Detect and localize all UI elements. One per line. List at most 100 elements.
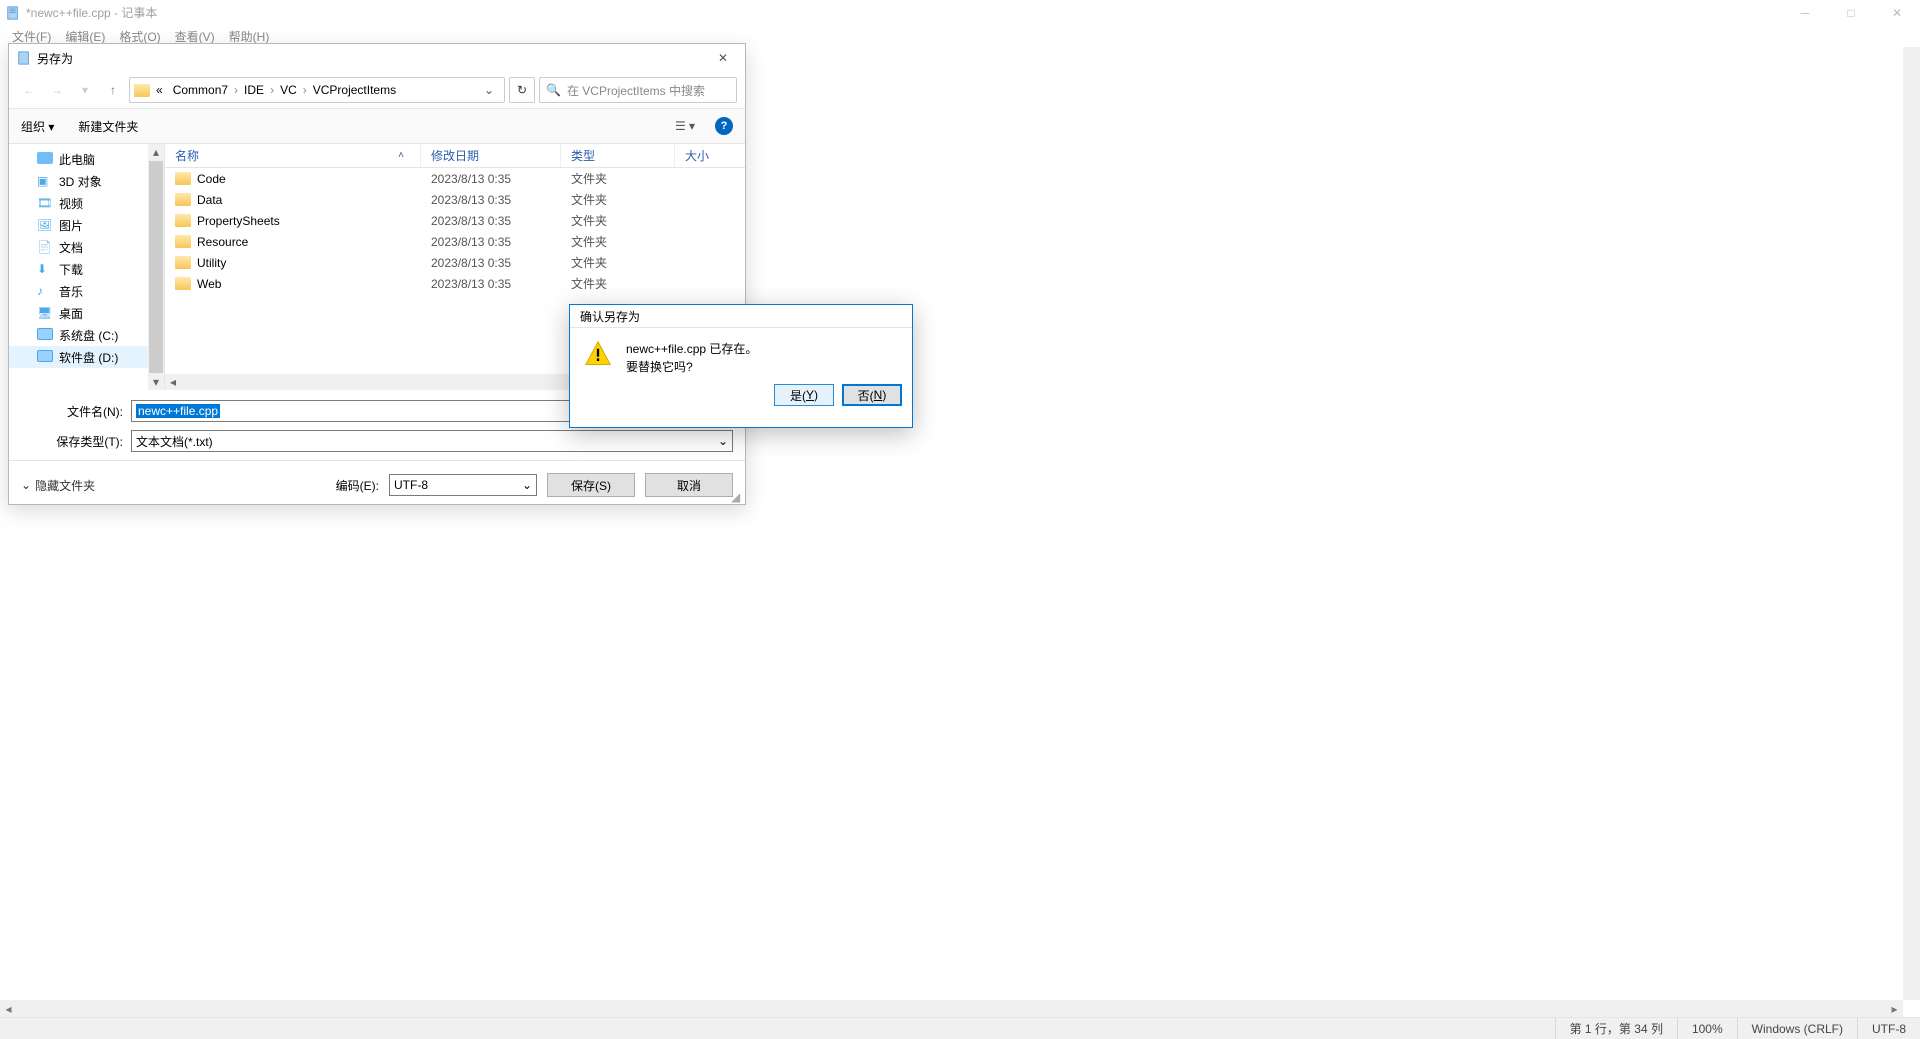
col-date[interactable]: 修改日期 <box>421 144 561 167</box>
tree-item-label: 视频 <box>59 195 83 212</box>
col-name[interactable]: 名称˄ <box>165 144 421 167</box>
status-eol: Windows (CRLF) <box>1737 1018 1857 1039</box>
scroll-down-icon[interactable]: ▾ <box>148 374 164 390</box>
list-item[interactable]: Code2023/8/13 0:35文件夹 <box>165 168 745 189</box>
warning-icon <box>584 340 612 368</box>
tree-item[interactable]: 🖼图片 <box>9 214 164 236</box>
minimize-button[interactable]: ─ <box>1782 0 1828 25</box>
notepad-icon <box>17 51 31 65</box>
disk-icon <box>37 328 53 342</box>
breadcrumb-ide[interactable]: IDE <box>240 81 268 99</box>
item-name: PropertySheets <box>197 214 280 228</box>
video-icon: 🎞 <box>37 196 53 210</box>
list-item[interactable]: PropertySheets 2023/8/13 0:35文件夹 <box>165 210 745 231</box>
list-item[interactable]: Utility2023/8/13 0:35文件夹 <box>165 252 745 273</box>
confirm-line2: 要替换它吗? <box>626 358 757 376</box>
saveas-titlebar: 另存为 ✕ <box>9 44 745 72</box>
tree-item[interactable]: 🎞 视频 <box>9 192 164 214</box>
scroll-thumb[interactable] <box>149 161 163 373</box>
tree-item[interactable]: ⬇下载 <box>9 258 164 280</box>
tree-item[interactable]: 此电脑 <box>9 148 164 170</box>
sort-asc-icon: ˄ <box>398 150 404 161</box>
tree-item[interactable]: 📄 文档 <box>9 236 164 258</box>
doc-icon: 📄 <box>37 240 53 254</box>
nav-tree: 此电脑▣3D 对象 🎞 视频 🖼图片 📄 文档 ⬇下载♪音乐🖥桌面系统盘 (C:) 软件盘 (… <box>9 144 165 390</box>
scroll-left-icon[interactable]: ◂ <box>0 1000 17 1017</box>
newfolder-button[interactable]: 新建文件夹 <box>78 118 138 135</box>
search-icon: 🔍 <box>546 83 561 97</box>
scroll-up-icon[interactable]: ▴ <box>148 144 164 160</box>
item-type: 文件夹 <box>561 275 675 292</box>
confirm-no-button[interactable]: 否(N) <box>842 384 902 406</box>
col-type[interactable]: 类型 <box>561 144 675 167</box>
nav-forward-button[interactable]: → <box>45 78 69 102</box>
encoding-select[interactable]: UTF-8⌄ <box>389 474 537 496</box>
tree-scrollbar[interactable]: ▴ ▾ <box>148 144 164 390</box>
saveas-close-button[interactable]: ✕ <box>701 44 745 72</box>
maximize-button[interactable]: □ <box>1828 0 1874 25</box>
close-button[interactable]: ✕ <box>1874 0 1920 25</box>
nav-back-button[interactable]: ← <box>17 78 41 102</box>
item-date: 2023/8/13 0:35 <box>421 214 561 228</box>
notepad-scrollbar-h[interactable]: ◂ ▸ <box>0 1000 1903 1017</box>
confirm-title: 确认另存为 <box>570 305 912 328</box>
item-type: 文件夹 <box>561 191 675 208</box>
refresh-button[interactable]: ↻ <box>509 77 535 103</box>
list-item[interactable]: Resource2023/8/13 0:35文件夹 <box>165 231 745 252</box>
col-size[interactable]: 大小 <box>675 144 735 167</box>
status-zoom: 100% <box>1677 1018 1737 1039</box>
hide-folders-toggle[interactable]: ⌄隐藏文件夹 <box>21 477 95 494</box>
item-type: 文件夹 <box>561 170 675 187</box>
help-icon[interactable]: ? <box>715 117 733 135</box>
tree-item-label: 软件盘 (D:) <box>59 349 118 366</box>
tree-item[interactable]: 系统盘 (C:) <box>9 324 164 346</box>
folder-icon <box>175 214 191 227</box>
folder-icon <box>175 256 191 269</box>
organize-button[interactable]: 组织 ▾ <box>21 118 54 135</box>
tree-item[interactable]: 软件盘 (D:) <box>9 346 164 368</box>
item-date: 2023/8/13 0:35 <box>421 235 561 249</box>
resize-grip[interactable]: ◢ <box>731 490 743 502</box>
list-item[interactable]: Web2023/8/13 0:35文件夹 <box>165 273 745 294</box>
confirm-yes-button[interactable]: 是(Y) <box>774 384 834 406</box>
music-icon: ♪ <box>37 284 53 298</box>
cancel-button[interactable]: 取消 <box>645 473 733 497</box>
saveas-toolbar: 组织 ▾ 新建文件夹 ☰ ▾ ? <box>9 108 745 144</box>
breadcrumb-vc[interactable]: VC <box>276 81 301 99</box>
notepad-scrollbar-v[interactable] <box>1903 47 1920 1000</box>
nav-recent-button[interactable]: ▾ <box>73 78 97 102</box>
item-type: 文件夹 <box>561 212 675 229</box>
3d-icon: ▣ <box>37 174 53 188</box>
address-dropdown-icon[interactable]: ⌄ <box>478 83 500 97</box>
nav-up-button[interactable]: ↑ <box>101 78 125 102</box>
tree-item[interactable]: 🖥桌面 <box>9 302 164 324</box>
tree-item-label: 系统盘 (C:) <box>59 327 118 344</box>
tree-item[interactable]: ♪音乐 <box>9 280 164 302</box>
save-button[interactable]: 保存(S) <box>547 473 635 497</box>
chevron-down-icon: ⌄ <box>522 478 532 492</box>
breadcrumb-vcprojectitems[interactable]: VCProjectItems <box>309 81 400 99</box>
filetype-select[interactable]: 文本文档(*.txt)⌄ <box>131 430 733 452</box>
tree-item-label: 文档 <box>59 239 83 256</box>
confirm-line1: newc++file.cpp 已存在。 <box>626 340 757 358</box>
scroll-left-icon[interactable]: ◂ <box>165 374 181 390</box>
scroll-right-icon[interactable]: ▸ <box>1886 1000 1903 1017</box>
confirm-message: newc++file.cpp 已存在。 要替换它吗? <box>626 340 757 376</box>
item-date: 2023/8/13 0:35 <box>421 193 561 207</box>
saveas-navbar: ← → ▾ ↑ « Common7› IDE› VC› VCProjectIte… <box>9 72 745 108</box>
item-date: 2023/8/13 0:35 <box>421 277 561 291</box>
folder-icon <box>175 235 191 248</box>
folder-icon <box>175 172 191 185</box>
notepad-statusbar: 第 1 行，第 34 列 100% Windows (CRLF) UTF-8 <box>0 1017 1920 1039</box>
view-mode-button[interactable]: ☰ ▾ <box>667 115 703 137</box>
breadcrumb-overflow[interactable]: « <box>152 81 167 99</box>
search-input[interactable]: 🔍 在 VCProjectItems 中搜索 <box>539 77 737 103</box>
tree-item[interactable]: ▣3D 对象 <box>9 170 164 192</box>
breadcrumb-common7[interactable]: Common7 <box>169 81 232 99</box>
address-bar[interactable]: « Common7› IDE› VC› VCProjectItems ⌄ <box>129 77 505 103</box>
item-date: 2023/8/13 0:35 <box>421 172 561 186</box>
item-date: 2023/8/13 0:35 <box>421 256 561 270</box>
list-item[interactable]: Data2023/8/13 0:35文件夹 <box>165 189 745 210</box>
filetype-label: 保存类型(T): <box>21 433 131 450</box>
chevron-down-icon: ⌄ <box>21 478 31 492</box>
